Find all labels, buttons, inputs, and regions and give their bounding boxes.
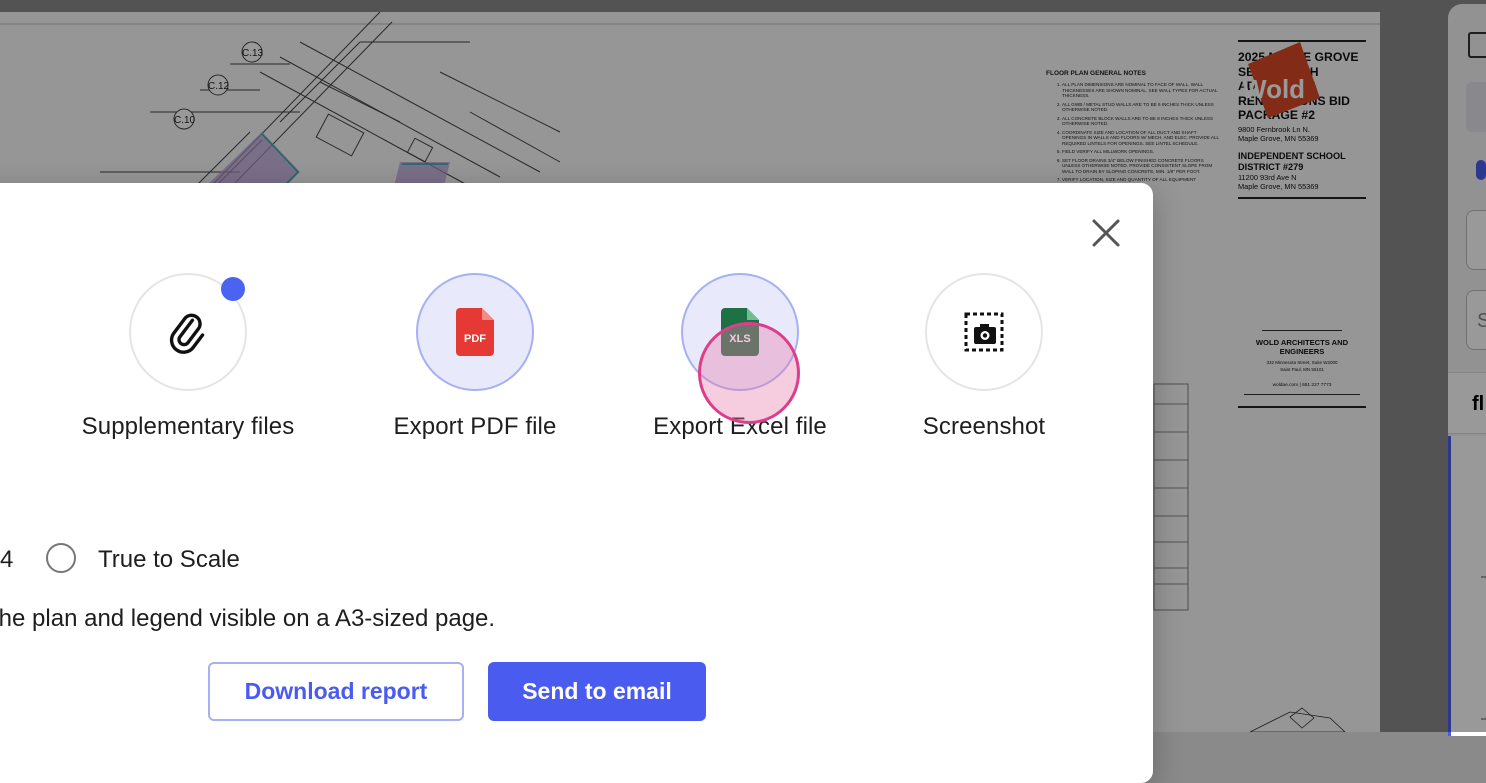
svg-text:PDF: PDF [464, 333, 486, 345]
close-icon [1092, 219, 1120, 247]
screenshot-label: Screenshot [922, 413, 1046, 440]
paperclip-icon [169, 313, 205, 354]
export-description: ith the plan and legend visible on a A3-… [0, 605, 860, 633]
screenshot-button[interactable] [925, 273, 1043, 391]
excel-file-icon: XLS [721, 308, 759, 356]
export-description-text: ith the plan and legend visible on a A3-… [0, 605, 496, 632]
supplementary-files-button[interactable] [129, 273, 247, 391]
send-to-email-button[interactable]: Send to email [488, 662, 706, 721]
export-excel-label: Export Excel file [653, 413, 827, 440]
true-to-scale-label[interactable]: True to Scale [98, 546, 240, 574]
close-button[interactable] [1088, 215, 1124, 251]
download-report-button[interactable]: Download report [208, 662, 464, 721]
export-excel-button[interactable]: XLS [681, 273, 799, 391]
notification-badge [221, 277, 245, 301]
export-excel-option[interactable]: XLS Export Excel file [620, 273, 860, 441]
pdf-file-icon: PDF [456, 308, 494, 356]
export-pdf-option[interactable]: PDF Export PDF file [355, 273, 595, 441]
screenshot-option[interactable]: Screenshot [864, 273, 1104, 441]
export-dialog: Supplementary files PDF Export PDF file … [0, 183, 1153, 783]
export-pdf-label: Export PDF file [393, 413, 557, 440]
screenshot-icon [964, 312, 1004, 352]
scale-option-previous-label: 4 [0, 546, 14, 573]
export-pdf-button[interactable]: PDF [416, 273, 534, 391]
supplementary-files-label: Supplementary files [81, 413, 295, 440]
svg-text:XLS: XLS [729, 333, 750, 345]
supplementary-files-option[interactable]: Supplementary files [68, 273, 308, 441]
true-to-scale-radio[interactable] [46, 543, 76, 573]
